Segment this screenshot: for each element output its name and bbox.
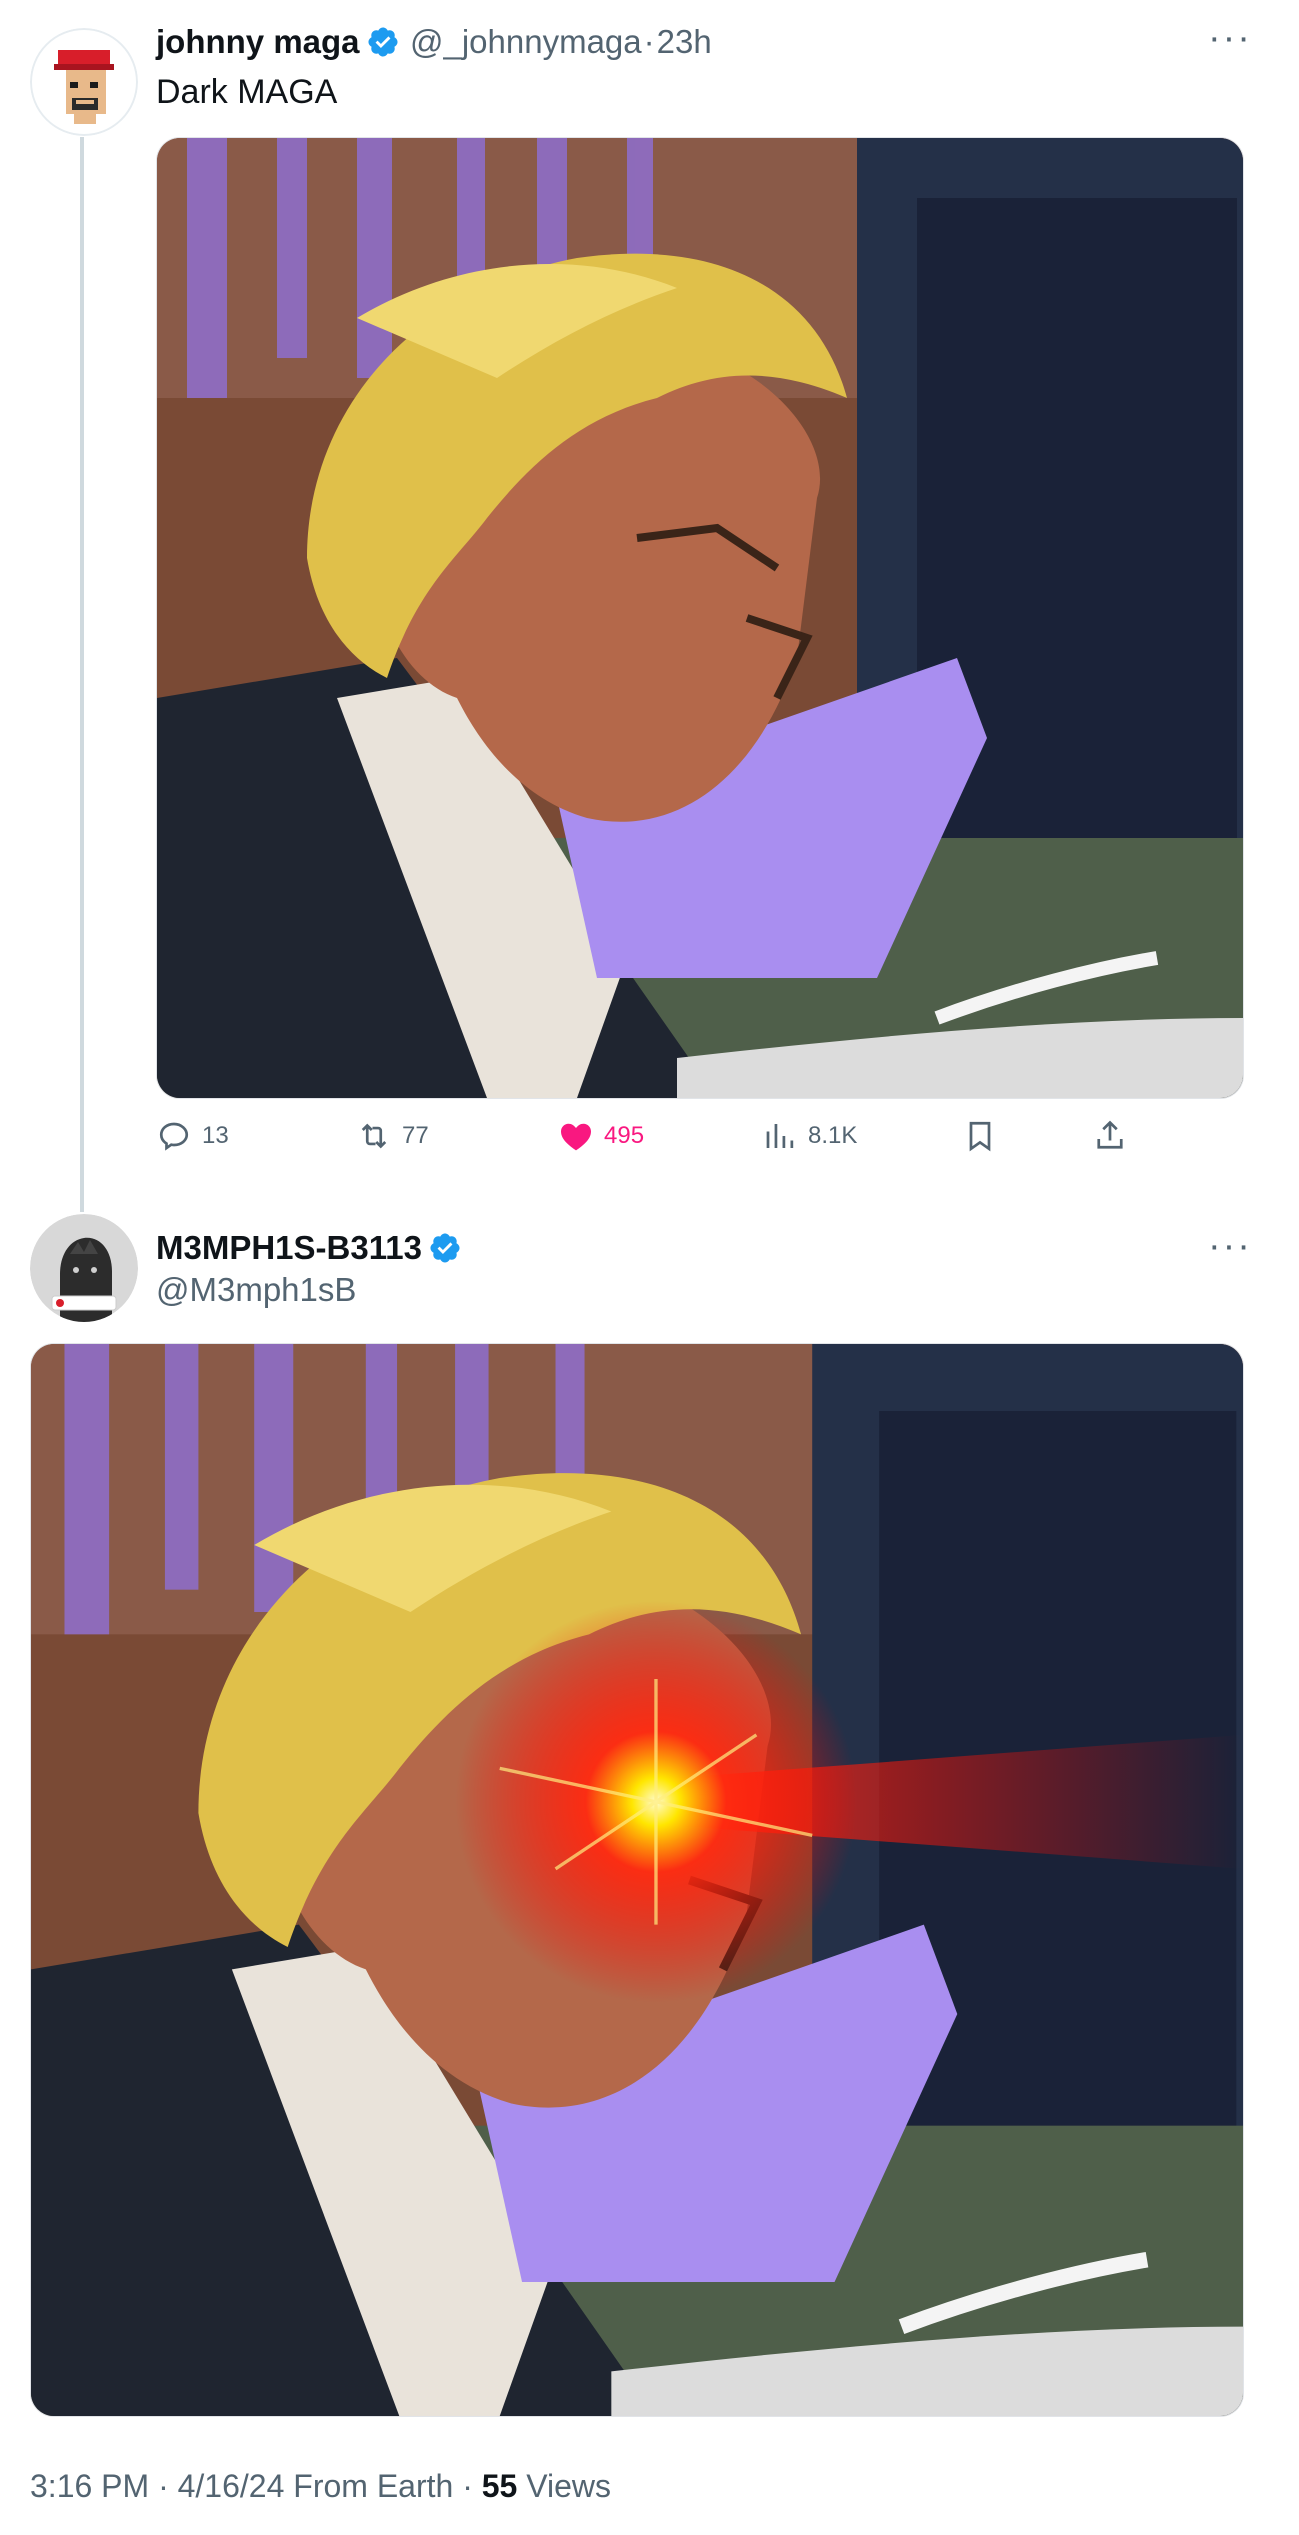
verified-badge-icon	[368, 27, 398, 57]
like-icon	[561, 1123, 591, 1151]
dot-separator: ·	[462, 2468, 473, 2504]
tweet1-header: johnny maga @_johnnymaga·23h	[156, 22, 712, 62]
more-icon[interactable]: ···	[1208, 19, 1252, 57]
reply-icon	[159, 1122, 189, 1151]
tweet-footer-meta: 3:16 PM · 4/16/24 From Earth · 55 Views	[30, 2466, 611, 2506]
dot-separator: ·	[643, 23, 655, 60]
thread-connector-line	[80, 137, 84, 1212]
like-count: 495	[604, 1122, 645, 1149]
like-button[interactable]: 495	[558, 1118, 644, 1154]
post-source: From Earth	[293, 2468, 454, 2504]
dot-separator: ·	[158, 2468, 169, 2504]
retweet-icon	[361, 1123, 387, 1149]
share-button[interactable]	[1092, 1118, 1128, 1154]
avatar-johnny-maga[interactable]	[30, 28, 138, 136]
views-count: 8.1K	[808, 1122, 858, 1149]
tweet1-media-image[interactable]	[156, 137, 1244, 1099]
verified-badge-icon	[430, 1233, 460, 1263]
handle[interactable]: @_johnnymaga	[410, 23, 642, 60]
display-name[interactable]: johnny maga	[156, 23, 360, 60]
more-icon[interactable]: ···	[1208, 1227, 1252, 1265]
views-total: 55	[481, 2468, 518, 2504]
views-label: Views	[526, 2468, 611, 2504]
timestamp[interactable]: 23h	[657, 23, 712, 60]
retweet-count: 77	[402, 1122, 429, 1149]
views-icon	[766, 1124, 794, 1148]
tweet2-media-image[interactable]	[30, 1343, 1244, 2417]
handle[interactable]: @M3mph1sB	[156, 1270, 356, 1310]
retweet-button[interactable]: 77	[356, 1118, 429, 1154]
post-date[interactable]: 4/16/24	[178, 2468, 285, 2504]
views-button[interactable]: 8.1K	[762, 1118, 857, 1154]
post-time[interactable]: 3:16 PM	[30, 2468, 149, 2504]
avatar-m3mph1s[interactable]	[30, 1214, 138, 1322]
tweet-text: Dark MAGA	[156, 73, 338, 111]
tweet2-header: M3MPH1S-B3113	[156, 1228, 462, 1268]
share-icon	[1097, 1120, 1123, 1149]
bookmark-icon	[969, 1121, 991, 1152]
bookmark-button[interactable]	[962, 1118, 998, 1154]
reply-button[interactable]: 13	[156, 1118, 229, 1154]
display-name[interactable]: M3MPH1S-B3113	[156, 1229, 422, 1266]
reply-count: 13	[202, 1122, 229, 1149]
